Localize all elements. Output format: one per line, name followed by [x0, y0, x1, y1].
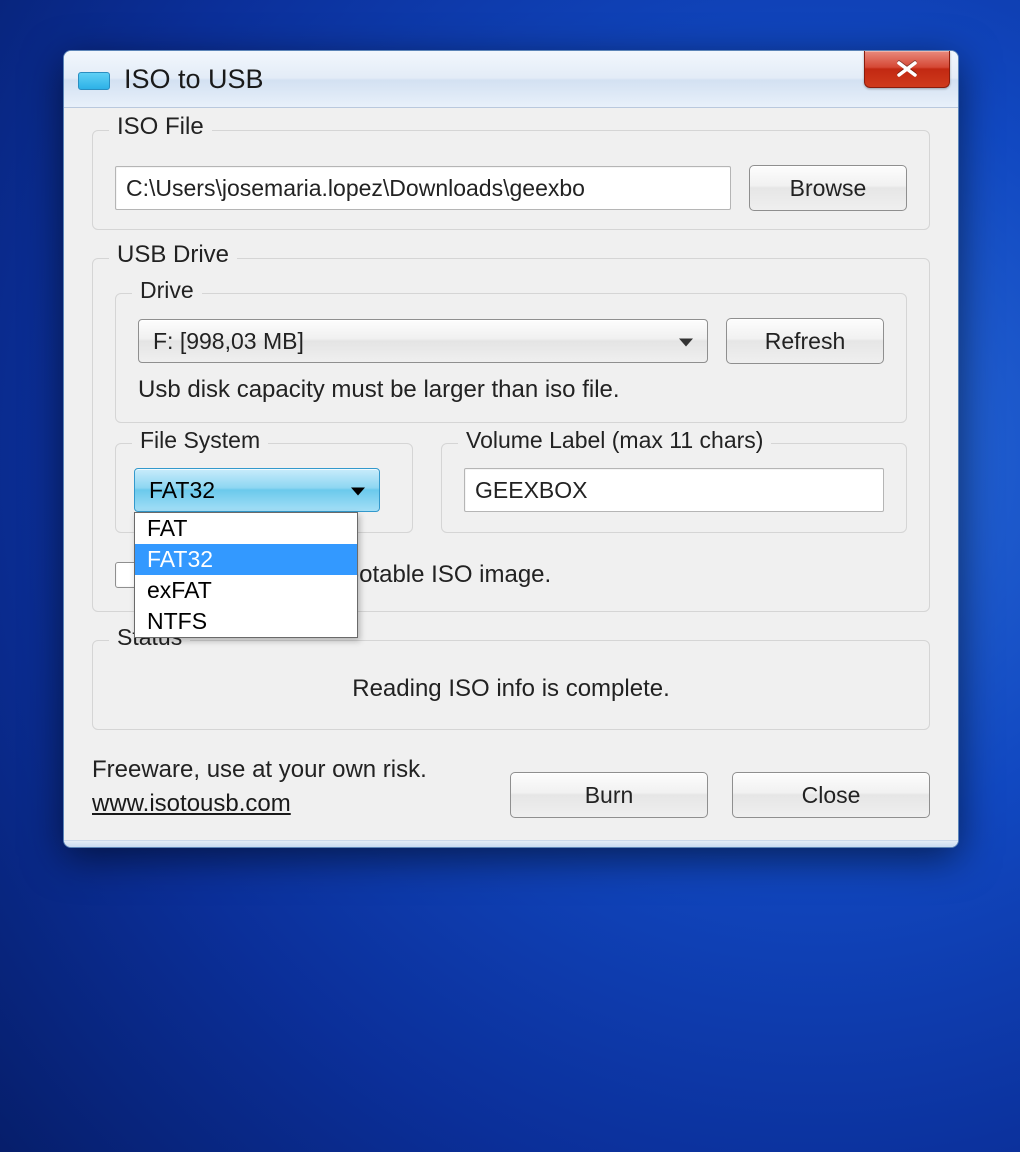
volume-label-input[interactable]: GEEXBOX [464, 468, 884, 512]
fs-option-fat[interactable]: FAT [135, 513, 357, 544]
status-group: Status Reading ISO info is complete. [92, 640, 930, 730]
window-title: ISO to USB [124, 64, 264, 95]
file-system-value: FAT32 [149, 477, 215, 504]
drive-select-value: F: [998,03 MB] [153, 328, 304, 355]
fs-option-fat32[interactable]: FAT32 [135, 544, 357, 575]
footer: Freeware, use at your own risk. www.isot… [92, 756, 930, 818]
file-system-dropdown[interactable]: FAT FAT32 exFAT NTFS [134, 512, 358, 638]
close-button[interactable]: Close [732, 772, 930, 818]
refresh-button[interactable]: Refresh [726, 318, 884, 364]
volume-label-group: Volume Label (max 11 chars) GEEXBOX [441, 443, 907, 533]
drive-select[interactable]: F: [998,03 MB] [138, 319, 708, 363]
usb-drive-group: USB Drive Drive F: [998,03 MB] Refresh [92, 258, 930, 612]
titlebar[interactable]: ISO to USB [64, 51, 958, 108]
window-bottom-edge [64, 840, 958, 847]
drive-group: Drive F: [998,03 MB] Refresh Usb disk ca… [115, 293, 907, 423]
website-link[interactable]: www.isotousb.com [92, 790, 291, 817]
app-window: ISO to USB ISO File C:\Users\josemaria.l… [63, 50, 959, 848]
volume-label-value: GEEXBOX [475, 477, 587, 504]
browse-button[interactable]: Browse [749, 165, 907, 211]
fs-option-exfat[interactable]: exFAT [135, 575, 357, 606]
usb-drive-legend: USB Drive [109, 241, 237, 269]
chevron-down-icon [349, 477, 367, 504]
iso-file-group: ISO File C:\Users\josemaria.lopez\Downlo… [92, 130, 930, 230]
drive-hint: Usb disk capacity must be larger than is… [138, 376, 884, 404]
iso-path-input[interactable]: C:\Users\josemaria.lopez\Downloads\geexb… [115, 166, 731, 210]
desktop-background: ISO to USB ISO File C:\Users\josemaria.l… [0, 0, 1020, 1152]
window-close-button[interactable] [864, 51, 950, 88]
iso-path-value: C:\Users\josemaria.lopez\Downloads\geexb… [126, 175, 585, 202]
status-text: Reading ISO info is complete. [113, 675, 909, 703]
file-system-select[interactable]: FAT32 [134, 468, 380, 512]
iso-file-legend: ISO File [109, 113, 212, 141]
file-system-legend: File System [132, 427, 268, 454]
close-icon [894, 60, 920, 78]
footer-note: Freeware, use at your own risk. [92, 756, 486, 784]
file-system-group: File System FAT32 FAT FAT32 [115, 443, 413, 533]
drive-legend: Drive [132, 277, 202, 304]
chevron-down-icon [677, 328, 695, 355]
client-area: ISO File C:\Users\josemaria.lopez\Downlo… [64, 108, 958, 840]
app-icon [78, 72, 110, 90]
burn-button[interactable]: Burn [510, 772, 708, 818]
fs-option-ntfs[interactable]: NTFS [135, 606, 357, 637]
volume-label-legend: Volume Label (max 11 chars) [458, 427, 771, 454]
